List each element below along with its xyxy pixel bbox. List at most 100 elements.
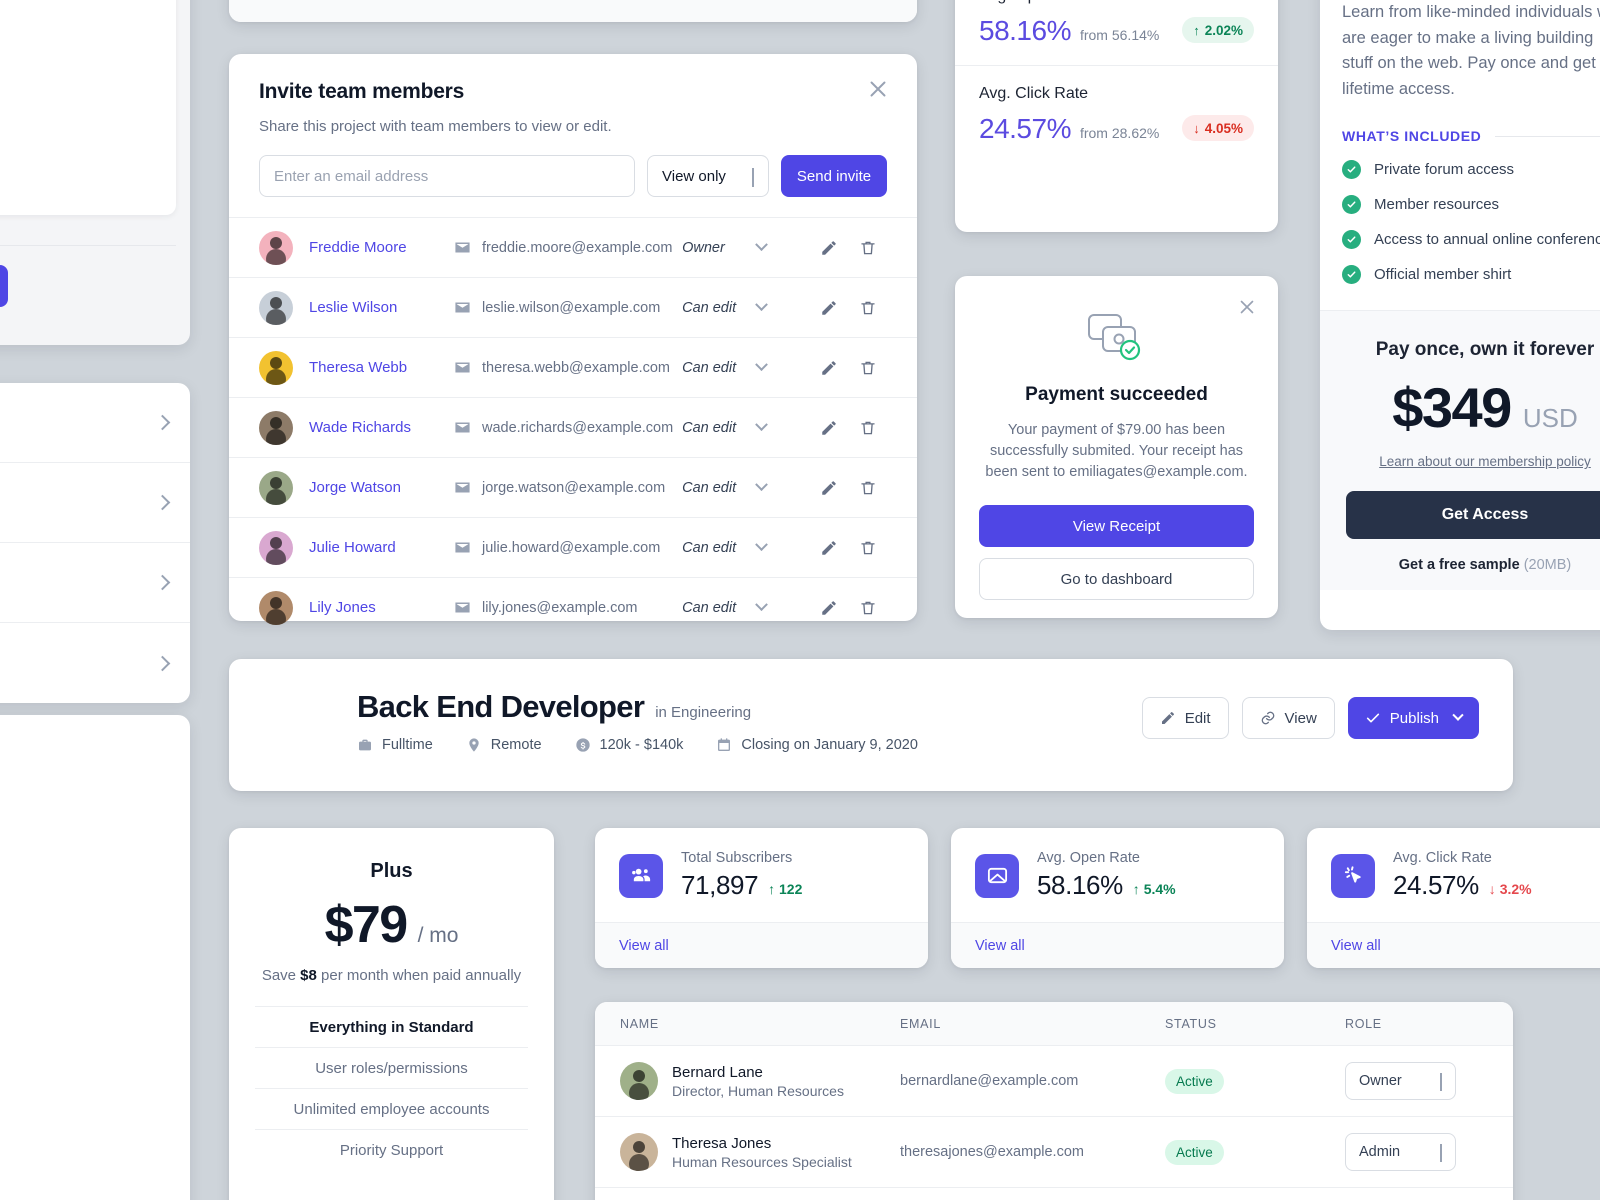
membership-policy-link[interactable]: Learn about our membership policy	[1379, 454, 1591, 469]
plan-name: Plus	[370, 860, 413, 882]
member-name[interactable]: Wade Richards	[309, 419, 454, 436]
metric-delta: ↓ 3.2%	[1488, 881, 1532, 897]
member-name[interactable]: Leslie Wilson	[309, 299, 454, 316]
list-item[interactable]	[0, 463, 190, 543]
plan-feature: Everything in Standard	[255, 1006, 528, 1047]
dollar-icon	[575, 738, 590, 752]
delete-member-button[interactable]	[848, 239, 887, 257]
envelope-icon	[454, 239, 471, 256]
delete-member-button[interactable]	[848, 539, 887, 557]
member-name[interactable]: Lily Jones	[309, 599, 454, 616]
partial-heading: m	[0, 825, 194, 869]
delete-member-button[interactable]	[848, 479, 887, 497]
stat-value: 24.57%	[979, 113, 1071, 144]
view-button-label: View	[1284, 709, 1317, 727]
metric-value: 58.16%	[1037, 870, 1123, 900]
member-name[interactable]: Freddie Moore	[309, 239, 454, 256]
edit-member-button[interactable]	[810, 239, 849, 257]
member-role-dropdown[interactable]	[755, 538, 809, 552]
table-header-row: NAME EMAIL STATUS ROLE	[595, 1002, 1513, 1046]
view-receipt-button[interactable]: View Receipt	[979, 505, 1254, 548]
member-role: Can edit	[682, 539, 737, 556]
status-badge: Active	[1165, 1068, 1224, 1094]
member-role: Can edit	[682, 599, 737, 616]
member-role-dropdown[interactable]	[755, 598, 809, 612]
delete-member-button[interactable]	[848, 599, 887, 617]
delete-member-button[interactable]	[848, 359, 887, 377]
email-input[interactable]	[259, 155, 635, 197]
member-row: Theresa Webb theresa.webb@example.com Can …	[229, 337, 917, 397]
edit-member-button[interactable]	[810, 419, 849, 437]
member-row: Leslie Wilson leslie.wilson@example.com Ca…	[229, 277, 917, 337]
metric-delta: ↑ 122	[768, 881, 803, 897]
feature-item: Private forum access	[1342, 160, 1600, 180]
go-to-dashboard-button[interactable]: Go to dashboard	[979, 558, 1254, 601]
chevron-right-icon	[154, 655, 171, 671]
view-all-link[interactable]: View all	[619, 938, 669, 954]
get-access-button[interactable]: Get Access	[1346, 491, 1600, 540]
edit-member-button[interactable]	[810, 599, 849, 617]
membership-price: $349	[1392, 376, 1512, 440]
plan-savings: Save $8 per month when paid annually	[229, 967, 554, 984]
member-email: lily.jones@example.com	[481, 599, 638, 616]
stat-delta-badge: ↑ 2.02%	[1182, 17, 1254, 43]
member-role-dropdown[interactable]	[755, 358, 809, 372]
row-job-title: Director, Human Resources	[672, 1082, 844, 1099]
publish-button[interactable]: Publish	[1347, 697, 1479, 739]
member-name[interactable]: Julie Howard	[309, 539, 454, 556]
chevron-down-icon	[755, 358, 769, 372]
job-department: in Engineering	[655, 704, 752, 721]
job-details: Back End Developer in Engineering Fullti…	[357, 689, 1142, 753]
job-meta-location: Remote	[466, 737, 542, 753]
send-invite-button[interactable]: Send invite	[781, 155, 887, 197]
chevron-right-icon	[154, 494, 171, 511]
edit-button[interactable]: Edit	[1141, 697, 1229, 739]
member-list: Freddie Moore freddie.moore@example.com Ow…	[229, 217, 917, 637]
list-item[interactable]	[0, 543, 190, 623]
close-icon[interactable]	[865, 76, 891, 102]
chevron-down-icon	[1452, 709, 1464, 721]
view-button[interactable]: View	[1241, 697, 1335, 739]
row-role-select[interactable]: Admin	[1345, 1133, 1456, 1171]
member-name[interactable]: Theresa Webb	[309, 359, 454, 376]
job-meta-salary: 120k - $140k	[575, 737, 683, 753]
row-job-title: Human Resources Specialist	[672, 1153, 852, 1170]
savings-suffix: per month when paid annually	[316, 967, 522, 984]
delete-member-button[interactable]	[848, 299, 887, 317]
edit-member-button[interactable]	[810, 539, 849, 557]
feature-label: Member resources	[1374, 196, 1500, 214]
job-action-buttons: Edit View Publish	[1141, 697, 1479, 739]
row-role-select[interactable]: Owner	[1345, 1062, 1456, 1100]
delete-member-button[interactable]	[848, 419, 887, 437]
edit-member-button[interactable]	[810, 359, 849, 377]
savings-amount: $8	[300, 967, 317, 984]
view-all-link[interactable]: View all	[1331, 938, 1381, 954]
member-role-dropdown[interactable]	[755, 418, 809, 432]
free-sample-row[interactable]: Get a free sample (20MB)	[1342, 557, 1600, 573]
row-email: bernardlane@example.com	[900, 1073, 1079, 1089]
invite-role-select[interactable]: View only	[647, 155, 769, 197]
metric-value: 71,897	[681, 870, 759, 900]
list-item[interactable]	[0, 383, 190, 463]
member-role-dropdown[interactable]	[755, 478, 809, 492]
job-meta-label: Remote	[490, 737, 542, 753]
member-role-dropdown[interactable]	[755, 298, 809, 312]
list-item[interactable]	[0, 623, 190, 703]
avatar	[259, 290, 293, 325]
wizard-divider	[0, 245, 176, 246]
member-email: jorge.watson@example.com	[481, 479, 666, 496]
edit-member-button[interactable]	[810, 479, 849, 497]
check-icon	[1366, 713, 1379, 723]
member-row: Julie Howard julie.howard@example.com Can …	[229, 517, 917, 577]
check-circle-icon	[1342, 160, 1361, 180]
job-title: Back End Developer	[357, 689, 645, 724]
view-all-link[interactable]: View all	[975, 938, 1025, 954]
plan-feature: User roles/permissions	[255, 1047, 528, 1088]
edit-member-button[interactable]	[810, 299, 849, 317]
continue-button[interactable]: and Continue	[0, 265, 8, 307]
feature-item: Member resources	[1342, 195, 1600, 215]
member-name[interactable]: Jorge Watson	[309, 479, 454, 496]
wizard-panel-partial: and Continue	[0, 0, 190, 345]
member-role-dropdown[interactable]	[755, 238, 809, 252]
close-icon[interactable]	[1236, 296, 1258, 318]
